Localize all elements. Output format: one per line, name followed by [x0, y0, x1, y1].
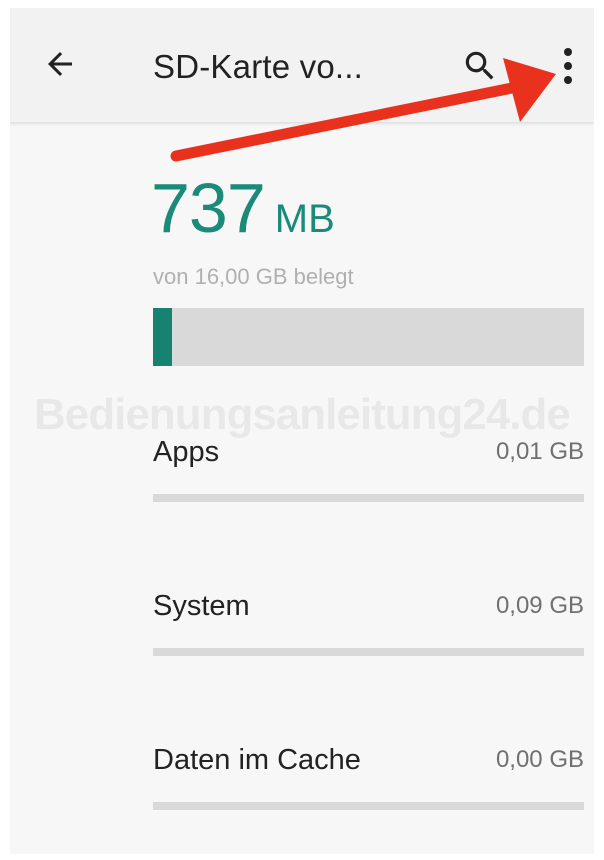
page-title: SD-Karte vo... [153, 48, 364, 85]
category-label: System [153, 590, 250, 622]
arrow-back-icon [48, 52, 72, 76]
category-label: Apps [153, 436, 220, 468]
more-vert-icon [564, 48, 572, 84]
storage-screen: SD-Karte vo... 737 MB von 16,00 GB belegt… [10, 8, 594, 854]
app-bar: SD-Karte vo... [10, 8, 594, 122]
used-unit: MB [274, 197, 335, 241]
back-button[interactable] [38, 42, 82, 86]
used-caption: von 16,00 GB belegt [153, 264, 354, 289]
category-size: 0,09 GB [495, 592, 584, 619]
used-amount: 737 [151, 169, 266, 247]
category-size: 0,01 GB [495, 438, 584, 465]
category-bar [153, 648, 584, 656]
storage-usage-bar [153, 308, 584, 366]
more-options-button[interactable] [550, 42, 586, 90]
category-bar [153, 802, 584, 810]
search-icon [465, 51, 494, 80]
category-bar [153, 494, 584, 502]
watermark: Bedienungsanleitung24.de [34, 390, 571, 439]
storage-usage-fill [153, 308, 173, 366]
category-size: 0,00 GB [495, 746, 584, 773]
category-label: Daten im Cache [153, 744, 361, 776]
used-storage-value: 737 MB [151, 168, 335, 248]
search-button[interactable] [458, 44, 502, 88]
